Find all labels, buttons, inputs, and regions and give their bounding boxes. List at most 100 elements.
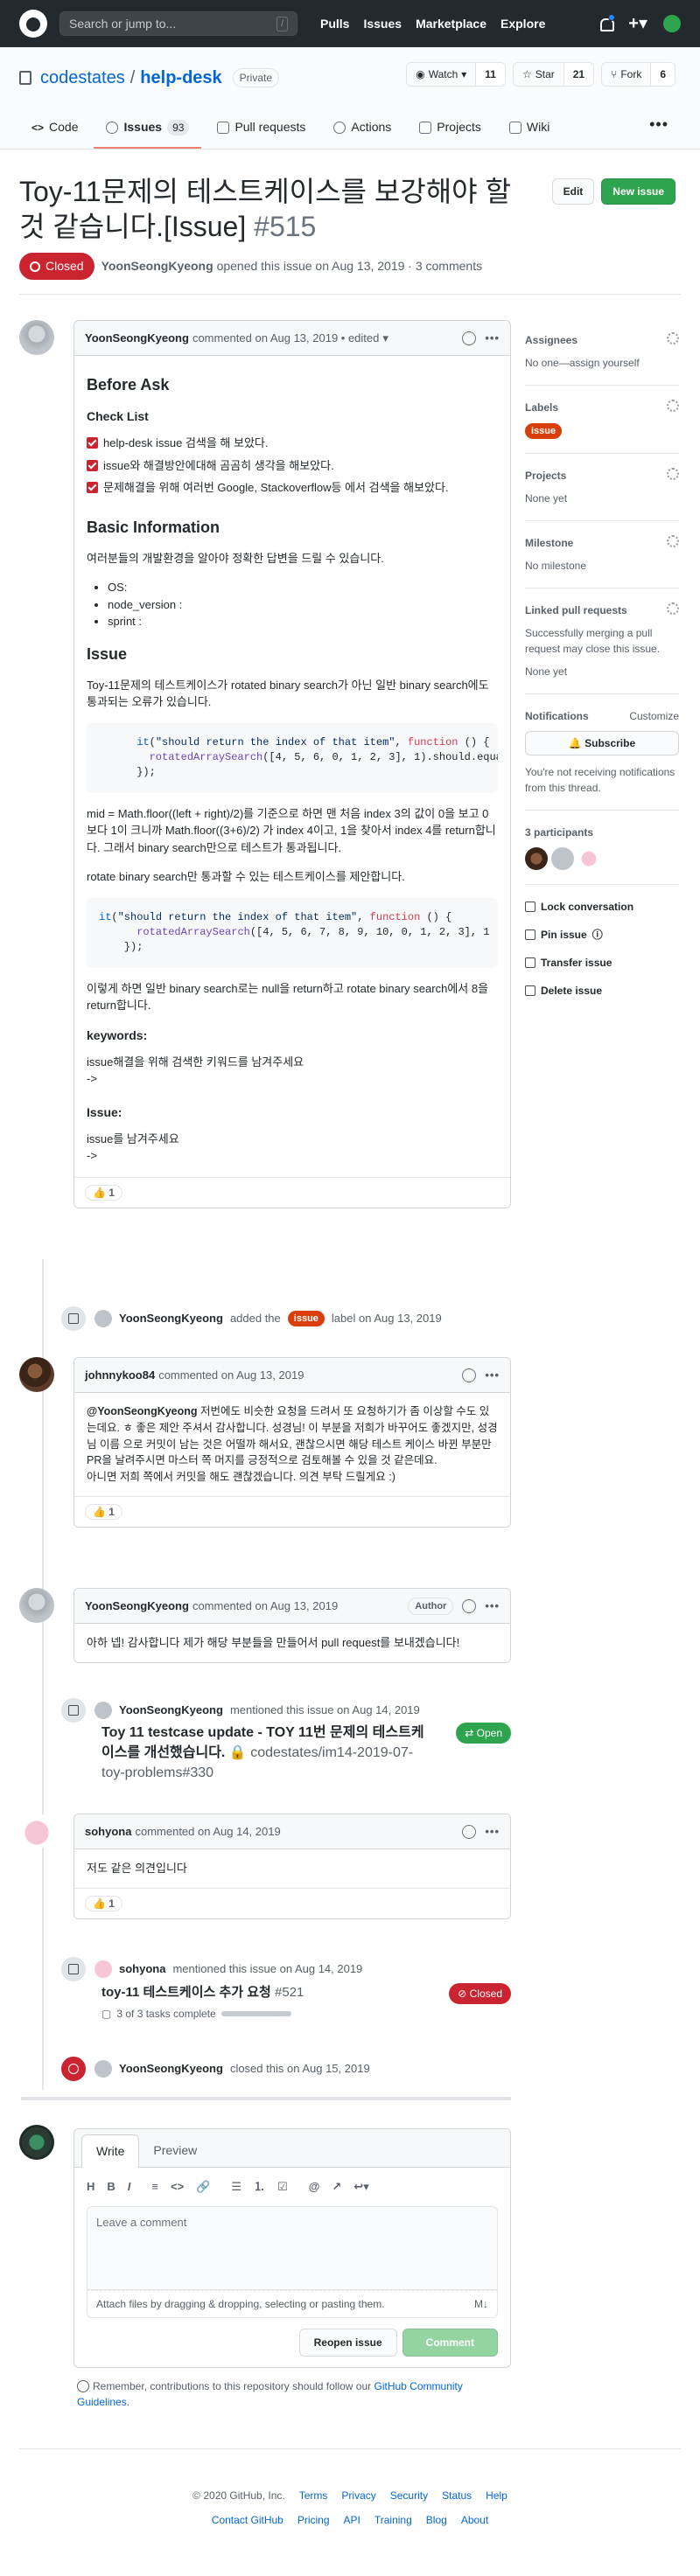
chevron-down-icon[interactable]: ▾ (382, 330, 388, 347)
event-user-link[interactable]: YoonSeongKyeong (119, 2060, 223, 2078)
avatar[interactable] (525, 847, 548, 870)
comment-meta[interactable]: commented on Aug 14, 2019 (135, 1823, 280, 1841)
avatar[interactable] (578, 847, 600, 870)
tab-actions[interactable]: Actions (321, 118, 403, 149)
kebab-menu-icon[interactable]: ••• (485, 330, 500, 347)
avatar[interactable] (19, 2125, 54, 2160)
comment-meta[interactable]: commented on Aug 13, 2019 (158, 1367, 304, 1384)
footer-link[interactable]: Help (486, 2488, 508, 2503)
avatar[interactable] (94, 1310, 112, 1327)
gear-icon[interactable] (667, 400, 679, 412)
kebab-menu-icon[interactable]: ••• (485, 1598, 500, 1615)
footer-link[interactable]: Contact GitHub (212, 2512, 284, 2528)
task-list-icon[interactable]: ☑ (277, 2178, 288, 2196)
repo-name-link[interactable]: help-desk (140, 65, 221, 91)
gear-icon[interactable] (667, 535, 679, 547)
bold-icon[interactable]: B (107, 2178, 115, 2196)
cross-reference-icon[interactable]: ↗ (332, 2178, 341, 2196)
footer-link[interactable]: Security (390, 2488, 428, 2503)
pin-issue-action[interactable]: Pin issue ⓘ (525, 927, 679, 943)
add-reaction-icon[interactable] (462, 331, 477, 345)
delete-issue-action[interactable]: Delete issue (525, 983, 679, 999)
saved-replies-icon[interactable]: ↩▾ (354, 2178, 368, 2196)
watch-button[interactable]: ◉ Watch ▾ 11 (406, 62, 506, 87)
nav-pulls[interactable]: Pulls (320, 15, 349, 33)
footer-link[interactable]: Status (442, 2488, 472, 2503)
notifications-bell-icon[interactable] (598, 14, 616, 31)
transfer-issue-action[interactable]: Transfer issue (525, 955, 679, 971)
new-issue-button[interactable]: New issue (601, 178, 676, 205)
star-button[interactable]: ☆ Star 21 (512, 62, 595, 87)
nav-issues[interactable]: Issues (363, 15, 402, 33)
issue-label[interactable]: issue (525, 423, 563, 439)
comment-textarea[interactable]: Leave a comment (87, 2205, 498, 2290)
issue-author-link[interactable]: YoonSeongKyeong (102, 259, 214, 273)
info-icon[interactable]: ⓘ (592, 927, 603, 943)
gear-icon[interactable] (667, 468, 679, 480)
kebab-menu-icon[interactable]: ••• (485, 1823, 500, 1841)
tab-preview[interactable]: Preview (139, 2134, 211, 2167)
tab-pull-requests[interactable]: Pull requests (205, 118, 318, 149)
comment-author-link[interactable]: sohyona (85, 1823, 131, 1841)
subscribe-button[interactable]: 🔔 Subscribe (525, 731, 679, 755)
edit-title-button[interactable]: Edit (551, 178, 595, 205)
quote-icon[interactable]: ≡ (151, 2178, 158, 2196)
checkbox-checked-icon[interactable] (87, 437, 98, 449)
more-tabs-icon[interactable]: ••• (637, 113, 681, 149)
footer-link[interactable]: About (461, 2512, 488, 2528)
comment-meta[interactable]: commented on Aug 13, 2019 • edited (192, 330, 379, 347)
add-reaction-icon[interactable] (462, 1598, 477, 1613)
add-reaction-icon[interactable] (462, 1824, 477, 1839)
user-avatar-menu[interactable] (663, 15, 681, 32)
header-text-icon[interactable]: H (87, 2178, 94, 2196)
checkbox-checked-icon[interactable] (87, 482, 98, 494)
attach-files-area[interactable]: Attach files by dragging & dropping, sel… (87, 2289, 498, 2318)
tab-issues[interactable]: Issues 93 (94, 118, 202, 149)
customize-link[interactable]: Customize (629, 708, 679, 724)
kebab-menu-icon[interactable]: ••• (485, 1367, 500, 1384)
lock-conversation-action[interactable]: Lock conversation (525, 899, 679, 915)
footer-link[interactable]: Training (374, 2512, 412, 2528)
code-icon[interactable]: <> (171, 2178, 184, 2196)
event-user-link[interactable]: sohyona (119, 1960, 165, 1978)
issue-label[interactable]: issue (287, 1311, 325, 1326)
footer-link[interactable]: Pricing (298, 2512, 330, 2528)
search-input[interactable]: Search or jump to... / (60, 11, 298, 36)
thumbs-up-reaction[interactable]: 👍 1 (85, 1184, 122, 1201)
thumbs-up-reaction[interactable]: 👍 1 (85, 1895, 122, 1911)
fork-button[interactable]: ⑂ Fork 6 (601, 62, 676, 87)
footer-link[interactable]: Terms (299, 2488, 328, 2503)
reference-number[interactable]: #521 (275, 1985, 304, 2000)
nav-marketplace[interactable]: Marketplace (416, 15, 486, 33)
event-user-link[interactable]: YoonSeongKyeong (119, 1310, 223, 1327)
link-icon[interactable]: 🔗 (196, 2178, 210, 2196)
tab-projects[interactable]: Projects (407, 118, 494, 149)
comment-author-link[interactable]: YoonSeongKyeong (85, 330, 189, 347)
assignees-value[interactable]: No one—assign yourself (525, 355, 679, 371)
unordered-list-icon[interactable]: ☰ (231, 2178, 242, 2196)
tab-wiki[interactable]: Wiki (497, 118, 562, 149)
markdown-icon[interactable]: M↓ (474, 2296, 488, 2312)
avatar[interactable] (19, 1588, 54, 1623)
avatar[interactable] (94, 2060, 112, 2078)
footer-link[interactable]: Blog (426, 2512, 447, 2528)
create-new-plus-icon[interactable]: +▾ (628, 10, 648, 37)
reopen-issue-button[interactable]: Reopen issue (298, 2328, 397, 2357)
tab-code[interactable]: <> Code (19, 118, 90, 149)
avatar[interactable] (94, 1960, 112, 1978)
comment-meta[interactable]: commented on Aug 13, 2019 (192, 1598, 338, 1615)
comment-author-link[interactable]: YoonSeongKyeong (85, 1598, 189, 1615)
reference-title-link[interactable]: toy-11 테스트케이스 추가 요청 (102, 1985, 271, 2000)
ordered-list-icon[interactable]: ⒈ (254, 2178, 265, 2196)
footer-link[interactable]: API (344, 2512, 360, 2528)
avatar[interactable] (551, 847, 574, 870)
checkbox-checked-icon[interactable] (87, 459, 98, 471)
avatar[interactable] (19, 1357, 54, 1392)
gear-icon[interactable] (667, 602, 679, 615)
avatar[interactable] (94, 1702, 112, 1719)
add-reaction-icon[interactable] (462, 1368, 477, 1382)
mention-icon[interactable]: @ (309, 2178, 320, 2196)
repo-owner-link[interactable]: codestates (40, 65, 125, 91)
comment-button[interactable]: Comment (402, 2328, 498, 2357)
thumbs-up-reaction[interactable]: 👍 1 (85, 1503, 122, 1520)
